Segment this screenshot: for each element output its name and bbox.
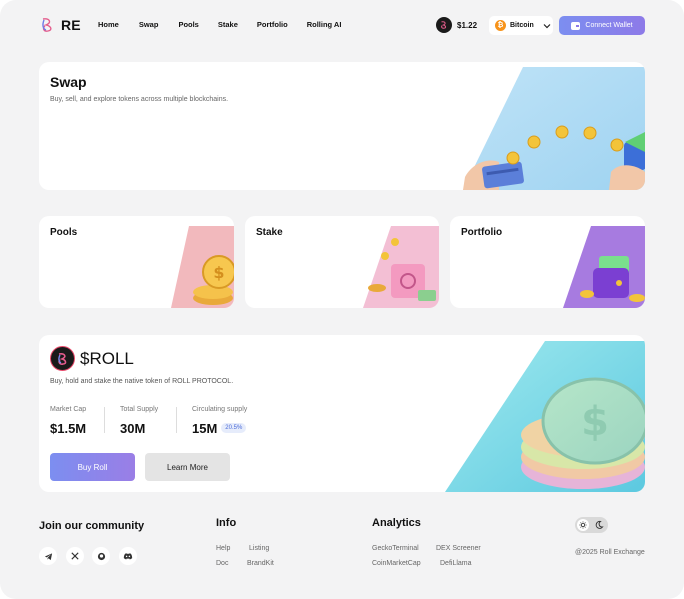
roll-subtitle: Buy, hold and stake the native token of … [50, 378, 234, 385]
roll-title: $ROLL [80, 349, 134, 368]
svg-text:$: $ [213, 263, 224, 282]
portfolio-illustration [563, 226, 645, 308]
connect-wallet-button[interactable]: Connect Wallet [559, 16, 645, 35]
nav-portfolio[interactable]: Portfolio [257, 20, 288, 29]
stat-label: Total Supply [120, 406, 159, 413]
nav-rolling-ai[interactable]: Rolling AI [307, 20, 342, 29]
buy-roll-button[interactable]: Buy Roll [50, 453, 135, 481]
telegram-icon[interactable] [39, 547, 57, 565]
moon-icon [595, 520, 604, 529]
stat-value: 30M [120, 421, 146, 436]
chain-label: Bitcoin [510, 22, 534, 29]
pools-illustration: $ [171, 226, 234, 308]
stat-label: Market Cap [50, 406, 87, 413]
footer-link-defillama[interactable]: DefiLlama [440, 560, 472, 567]
token-price: $1.22 [436, 17, 477, 33]
nav-swap[interactable]: Swap [139, 20, 159, 29]
roll-token-card: $ROLL Buy, hold and stake the native tok… [39, 335, 645, 492]
footer-link-geckoterminal[interactable]: GeckoTerminal [372, 545, 419, 552]
main-nav: Home Swap Pools Stake Portfolio Rolling … [98, 20, 341, 29]
swap-card[interactable]: Swap Buy, sell, and explore tokens acros… [39, 62, 645, 190]
wallet-icon [571, 21, 581, 30]
portfolio-card[interactable]: Portfolio [450, 216, 645, 308]
stake-card[interactable]: Stake [245, 216, 439, 308]
nav-home[interactable]: Home [98, 20, 119, 29]
footer-link-listing[interactable]: Listing [249, 545, 269, 552]
x-icon[interactable] [66, 547, 84, 565]
sun-icon [577, 519, 589, 531]
stake-illustration [363, 226, 439, 308]
stat-value: 15M 20.5% [192, 421, 247, 436]
pools-title: Pools [50, 227, 78, 238]
stat-divider [104, 407, 105, 433]
brand-name: RE [61, 17, 81, 33]
footer-link-doc[interactable]: Doc [216, 560, 228, 567]
footer-link-dexscreener[interactable]: DEX Screener [436, 545, 481, 552]
info-title: Info [216, 517, 237, 529]
copyright-text: @2025 Roll Exchange [575, 549, 645, 556]
nav-stake[interactable]: Stake [218, 20, 238, 29]
circulating-supply-stat: Circulating supply 15M 20.5% [192, 406, 247, 436]
theme-toggle[interactable] [575, 517, 608, 533]
footer-link-coinmarketcap[interactable]: CoinMarketCap [372, 560, 421, 567]
svg-text:$: $ [581, 399, 609, 445]
market-cap-stat: Market Cap $1.5M [50, 406, 86, 436]
portfolio-title: Portfolio [461, 227, 503, 238]
stat-value: $1.5M [50, 421, 87, 436]
footer-link-brandkit[interactable]: BrandKit [247, 560, 274, 567]
app-frame: RE Home Swap Pools Stake Portfolio Rolli… [0, 0, 684, 599]
nav-pools[interactable]: Pools [178, 20, 198, 29]
bitcoin-icon: ₿ [495, 20, 506, 31]
swap-subtitle: Buy, sell, and explore tokens across mul… [50, 96, 229, 103]
chevron-down-icon [543, 23, 551, 28]
circulating-percent-badge: 20.5% [221, 422, 247, 433]
brand-logo[interactable]: RE [40, 17, 81, 33]
community-title: Join our community [39, 520, 145, 532]
token-price-value: $1.22 [457, 20, 478, 30]
total-supply-stat: Total Supply 30M [120, 406, 158, 436]
pools-card[interactable]: Pools $ [39, 216, 234, 308]
analytics-title: Analytics [372, 517, 421, 529]
chain-selector[interactable]: ₿ Bitcoin [489, 16, 553, 35]
roll-token-logo [50, 346, 75, 371]
roll-token-icon [436, 17, 452, 33]
stat-divider [176, 407, 177, 433]
learn-more-button[interactable]: Learn More [145, 453, 230, 481]
stake-title: Stake [256, 227, 283, 238]
stat-value-text: 15M [192, 421, 218, 436]
roll-logo-icon [57, 352, 66, 365]
footer-link-help[interactable]: Help [216, 545, 230, 552]
swap-title: Swap [50, 74, 87, 90]
roll-coin-illustration: $ [445, 341, 645, 492]
discord-icon[interactable] [119, 547, 137, 565]
connect-wallet-label: Connect Wallet [585, 22, 633, 29]
stat-label: Circulating supply [192, 406, 248, 413]
github-icon[interactable] [92, 547, 110, 565]
swap-illustration [463, 67, 645, 190]
roll-logo-icon [42, 18, 52, 32]
